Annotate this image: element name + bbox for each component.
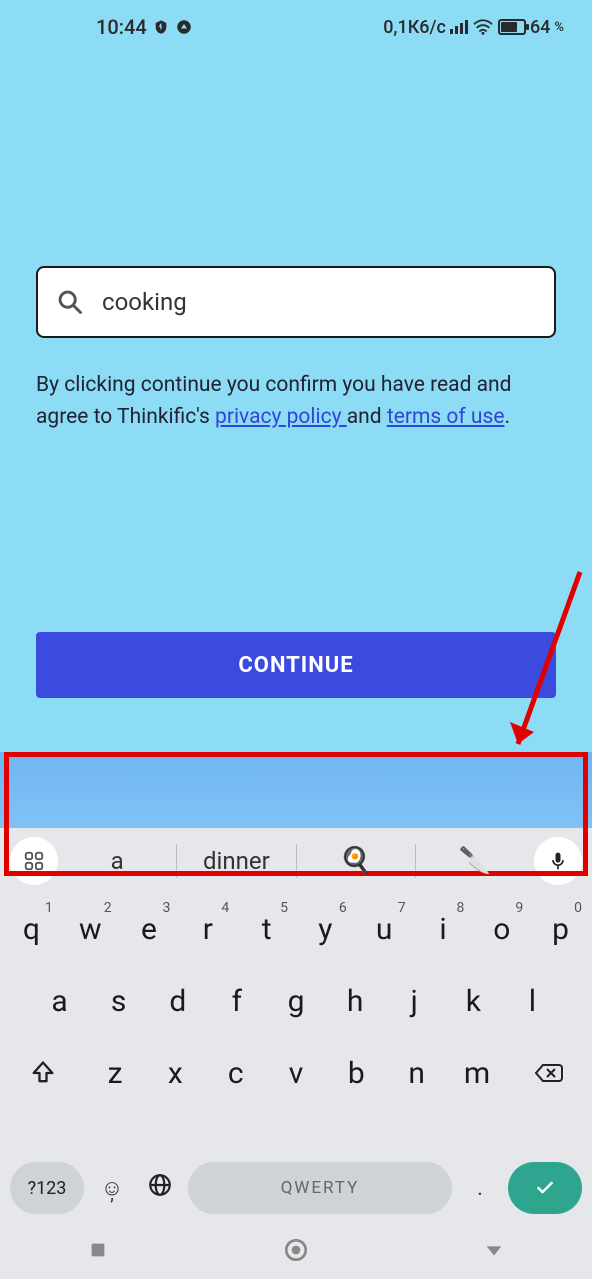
key-c[interactable]: c [208, 1042, 264, 1104]
suggestion-1[interactable]: a [58, 847, 176, 875]
symbols-key[interactable]: ?123 [10, 1162, 84, 1214]
key-b[interactable]: b [328, 1042, 384, 1104]
shift-key[interactable] [4, 1042, 83, 1104]
continue-button[interactable]: CONTINUE [36, 632, 556, 698]
key-d[interactable]: d [150, 970, 205, 1032]
soft-keyboard: a dinner 🍳 🔪 q1w2e3r4t5y6u7i8o9p0 asdfgh… [0, 828, 592, 1225]
key-v[interactable]: v [268, 1042, 324, 1104]
key-e[interactable]: e3 [122, 898, 177, 960]
disclaimer-suffix: . [504, 405, 510, 429]
nav-home-button[interactable] [283, 1237, 309, 1267]
key-s[interactable]: s [91, 970, 146, 1032]
battery-icon [498, 19, 526, 35]
square-icon [87, 1239, 109, 1261]
key-grid: q1w2e3r4t5y6u7i8o9p0 asdfghjkl zxcvbnm [0, 894, 592, 1151]
backspace-icon [533, 1060, 565, 1086]
suggestion-2[interactable]: dinner [177, 847, 295, 875]
disclaimer-mid: and [347, 405, 387, 429]
key-i[interactable]: i8 [416, 898, 471, 960]
key-g[interactable]: g [268, 970, 323, 1032]
key-n[interactable]: n [389, 1042, 445, 1104]
key-x[interactable]: x [147, 1042, 203, 1104]
signal-icon [450, 20, 468, 34]
backspace-key[interactable] [509, 1042, 588, 1104]
app-content: By clicking continue you confirm you hav… [0, 266, 592, 433]
status-data-rate: 0,1К6/с [383, 17, 446, 38]
wifi-icon [472, 18, 494, 36]
check-icon [532, 1178, 558, 1198]
emoji-key[interactable]: ☺, [92, 1175, 132, 1201]
enter-key[interactable] [508, 1162, 582, 1214]
key-j[interactable]: j [387, 970, 442, 1032]
spacebar-key[interactable]: QWERTY [188, 1162, 452, 1214]
key-y[interactable]: y6 [298, 898, 353, 960]
status-left: 10:44 [96, 15, 193, 39]
key-z[interactable]: z [87, 1042, 143, 1104]
battery-percent: 64 [530, 17, 550, 38]
disclaimer-text: By clicking continue you confirm you hav… [36, 370, 556, 433]
nav-back-button[interactable] [483, 1239, 505, 1265]
battery-pct-suffix: % [554, 20, 564, 35]
privacy-policy-link[interactable]: privacy policy [215, 405, 347, 429]
keyboard-bottom-row: ?123 ☺, QWERTY . [0, 1151, 592, 1225]
key-k[interactable]: k [446, 970, 501, 1032]
key-t[interactable]: t5 [239, 898, 294, 960]
suggestion-emoji-egg[interactable]: 🍳 [297, 846, 415, 876]
status-bar: 10:44 0,1К6/с 64% [0, 0, 592, 54]
suggestion-emoji-knife[interactable]: 🔪 [416, 846, 534, 876]
key-m[interactable]: m [449, 1042, 505, 1104]
key-q[interactable]: q1 [4, 898, 59, 960]
search-field[interactable] [36, 266, 556, 338]
status-right: 0,1К6/с 64% [383, 17, 564, 38]
key-p[interactable]: p0 [533, 898, 588, 960]
key-u[interactable]: u7 [357, 898, 412, 960]
circle-icon [283, 1237, 309, 1263]
shift-icon [29, 1059, 57, 1087]
language-key[interactable] [140, 1172, 180, 1204]
key-h[interactable]: h [328, 970, 383, 1032]
key-a[interactable]: a [32, 970, 87, 1032]
key-o[interactable]: o9 [474, 898, 529, 960]
circle-arrow-icon [175, 18, 193, 36]
nav-recent-button[interactable] [87, 1239, 109, 1265]
key-l[interactable]: l [505, 970, 560, 1032]
key-r[interactable]: r4 [180, 898, 235, 960]
search-icon [56, 288, 84, 316]
globe-icon [147, 1172, 173, 1198]
key-w[interactable]: w2 [63, 898, 118, 960]
triangle-down-icon [483, 1239, 505, 1261]
search-input[interactable] [102, 288, 536, 316]
annotation-arrow [500, 564, 590, 764]
shield-bolt-icon [153, 19, 169, 35]
android-nav-bar [0, 1225, 592, 1279]
key-f[interactable]: f [209, 970, 264, 1032]
status-time: 10:44 [96, 15, 147, 39]
period-key[interactable]: . [460, 1176, 500, 1201]
terms-of-use-link[interactable]: terms of use [387, 405, 505, 429]
